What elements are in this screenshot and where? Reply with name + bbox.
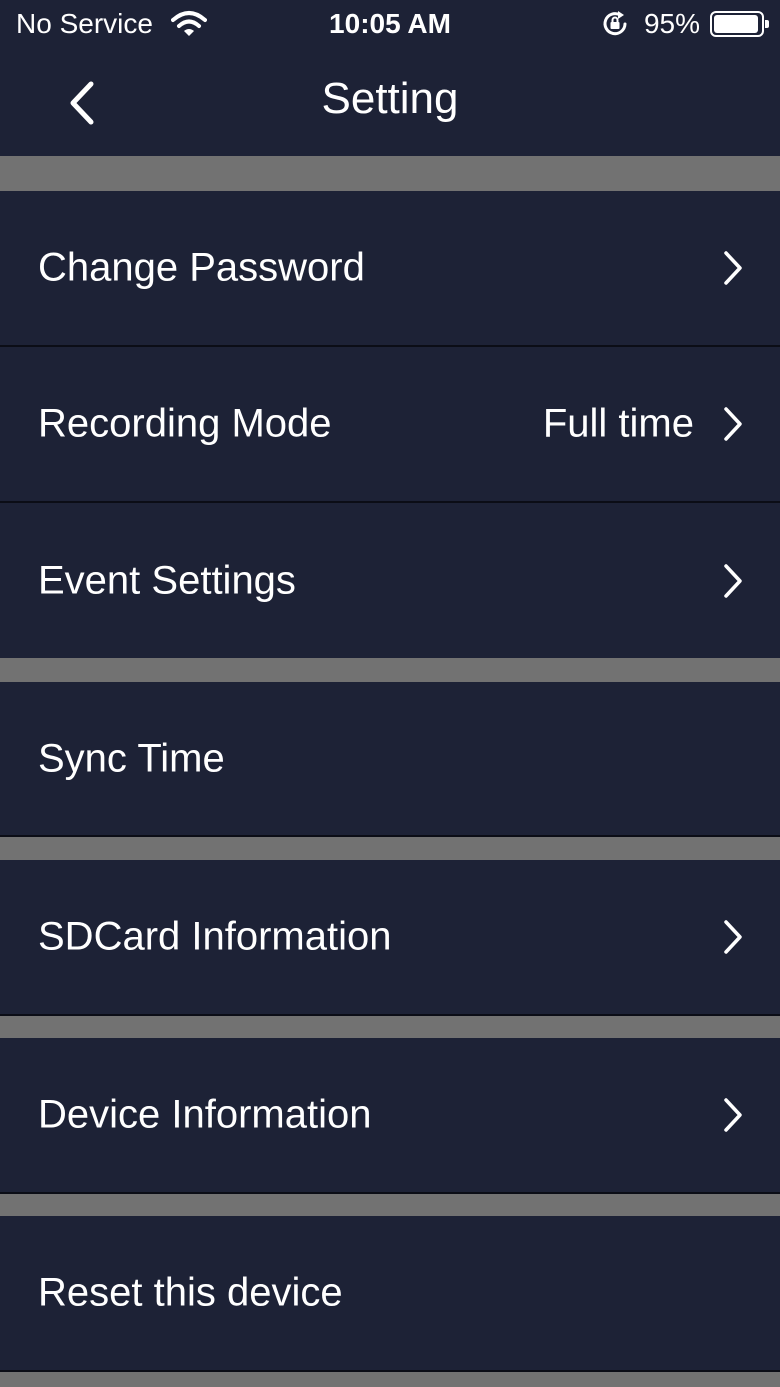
chevron-right-icon [724, 1098, 742, 1132]
status-right: 95% [600, 8, 769, 40]
battery-nub [765, 20, 769, 28]
battery-percent: 95% [643, 8, 700, 39]
setting-row-event-settings[interactable]: Event Settings [0, 503, 780, 658]
nav-bar: Setting [0, 50, 780, 156]
setting-row-change-password[interactable]: Change Password [0, 191, 780, 345]
section-separator [0, 658, 780, 682]
section-separator [0, 1372, 780, 1387]
battery-icon [710, 11, 769, 37]
setting-label: Sync Time [38, 736, 225, 780]
setting-label: Reset this device [38, 1270, 343, 1315]
section-separator [0, 837, 780, 860]
setting-label: Event Settings [38, 558, 296, 602]
chevron-right-icon [724, 407, 742, 441]
chevron-right-icon [724, 563, 742, 598]
chevron-right-icon [724, 920, 742, 954]
setting-label: Recording Mode [38, 401, 332, 446]
section-separator [0, 1194, 780, 1216]
recording-mode-value: Full time [542, 401, 694, 446]
setting-row-recording-mode[interactable]: Recording Mode Full time [0, 347, 780, 501]
setting-row-sdcard-information[interactable]: SDCard Information [0, 860, 780, 1014]
setting-label: Change Password [38, 245, 365, 290]
section-separator [0, 156, 780, 191]
section-separator [0, 1016, 780, 1038]
orientation-lock-icon [600, 9, 630, 39]
page-title: Setting [321, 74, 459, 123]
setting-label: Device Information [38, 1092, 372, 1137]
status-bar: No Service 10:05 AM 95% [0, 0, 780, 50]
setting-row-sync-time[interactable]: Sync Time [0, 682, 780, 835]
setting-row-reset-device[interactable]: Reset this device [0, 1216, 780, 1370]
chevron-right-icon [724, 251, 742, 285]
battery-fill [714, 15, 758, 33]
setting-label: SDCard Information [38, 914, 392, 959]
setting-row-device-information[interactable]: Device Information [0, 1038, 780, 1192]
